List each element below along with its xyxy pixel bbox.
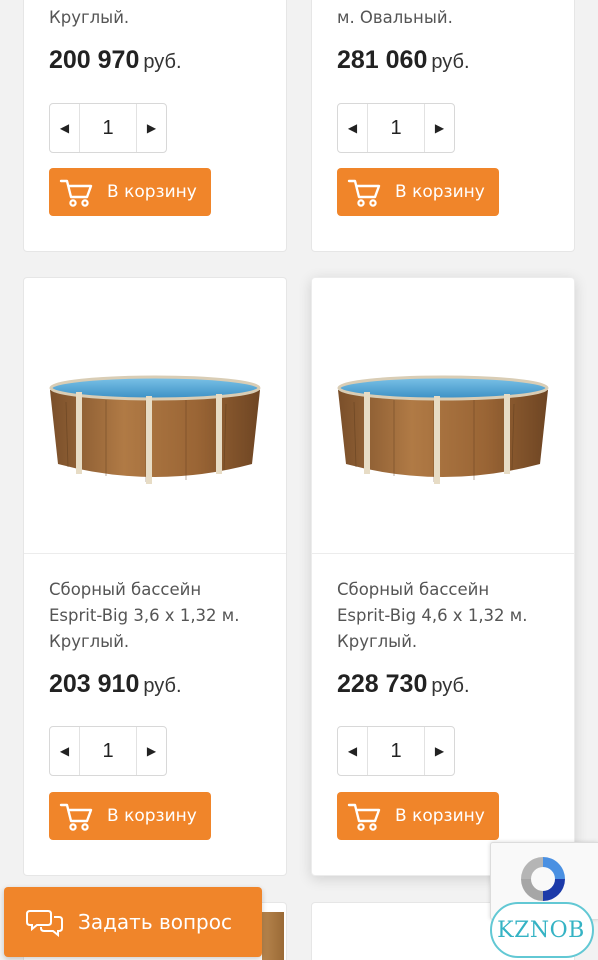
add-to-cart-button[interactable]: В корзину bbox=[337, 168, 499, 216]
quantity-stepper: ◀ 1 ▶ bbox=[337, 726, 455, 776]
product-title[interactable]: Сборный бассейн Esprit-Big 3,6 x 1,32 м.… bbox=[49, 577, 279, 655]
product-card-4: Сборный бассейн Esprit-Big 4,6 x 1,32 м.… bbox=[311, 277, 575, 876]
shopping-cart-icon bbox=[347, 177, 385, 207]
quantity-stepper: ◀ 1 ▶ bbox=[49, 103, 167, 153]
product-image[interactable] bbox=[24, 278, 286, 554]
quantity-stepper: ◀ 1 ▶ bbox=[49, 726, 167, 776]
pool-image bbox=[49, 375, 261, 484]
decrease-quantity-button[interactable]: ◀ bbox=[50, 104, 80, 152]
pool-image bbox=[337, 375, 549, 484]
decrease-quantity-button[interactable]: ◀ bbox=[338, 727, 368, 775]
watermark-text: KZNOB bbox=[497, 917, 585, 943]
product-card-2: м. Овальный. 281 060 руб. ◀ 1 ▶ В корзину bbox=[311, 0, 575, 252]
shopping-cart-icon bbox=[59, 177, 97, 207]
decrease-quantity-button[interactable]: ◀ bbox=[338, 104, 368, 152]
product-price: 281 060 руб. bbox=[337, 46, 470, 74]
add-to-cart-label: В корзину bbox=[395, 806, 485, 826]
add-to-cart-button[interactable]: В корзину bbox=[49, 168, 211, 216]
increase-quantity-button[interactable]: ▶ bbox=[424, 727, 454, 775]
quantity-stepper: ◀ 1 ▶ bbox=[337, 103, 455, 153]
product-card-3: Сборный бассейн Esprit-Big 3,6 x 1,32 м.… bbox=[23, 277, 287, 876]
increase-quantity-button[interactable]: ▶ bbox=[424, 104, 454, 152]
product-title[interactable]: м. Овальный. bbox=[337, 5, 567, 31]
product-title[interactable]: Сборный бассейн Esprit-Big 4,6 x 1,32 м.… bbox=[337, 577, 567, 655]
add-to-cart-button[interactable]: В корзину bbox=[49, 792, 211, 840]
decrease-quantity-button[interactable]: ◀ bbox=[50, 727, 80, 775]
product-image[interactable] bbox=[312, 278, 574, 554]
increase-quantity-button[interactable]: ▶ bbox=[136, 104, 166, 152]
product-price: 203 910 руб. bbox=[49, 670, 182, 698]
ask-question-label: Задать вопрос bbox=[78, 910, 232, 934]
quantity-value[interactable]: 1 bbox=[368, 727, 424, 775]
product-price: 200 970 руб. bbox=[49, 46, 182, 74]
quantity-value[interactable]: 1 bbox=[368, 104, 424, 152]
add-to-cart-label: В корзину bbox=[107, 182, 197, 202]
shopping-cart-icon bbox=[347, 801, 385, 831]
chat-bubbles-icon bbox=[26, 907, 64, 937]
add-to-cart-button[interactable]: В корзину bbox=[337, 792, 499, 840]
add-to-cart-label: В корзину bbox=[395, 182, 485, 202]
watermark-logo: KZNOB bbox=[484, 900, 598, 960]
product-image-partial bbox=[262, 912, 284, 960]
add-to-cart-label: В корзину bbox=[107, 806, 197, 826]
quantity-value[interactable]: 1 bbox=[80, 104, 136, 152]
quantity-value[interactable]: 1 bbox=[80, 727, 136, 775]
shopping-cart-icon bbox=[59, 801, 97, 831]
increase-quantity-button[interactable]: ▶ bbox=[136, 727, 166, 775]
product-card-1: Круглый. 200 970 руб. ◀ 1 ▶ В корзину bbox=[23, 0, 287, 252]
ask-question-button[interactable]: Задать вопрос bbox=[4, 887, 262, 957]
product-title[interactable]: Круглый. bbox=[49, 5, 279, 31]
product-price: 228 730 руб. bbox=[337, 670, 470, 698]
